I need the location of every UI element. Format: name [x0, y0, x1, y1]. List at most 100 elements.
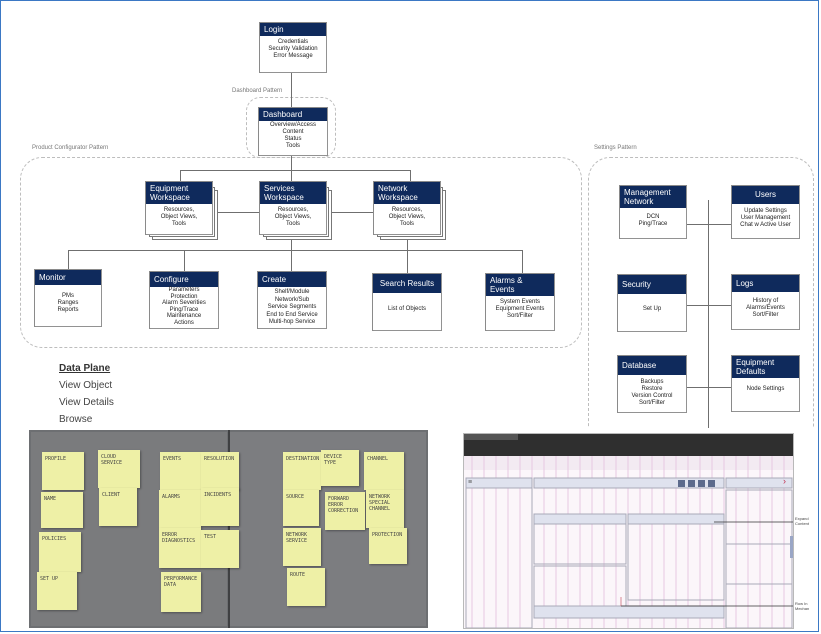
search-results-body: List of Objects [387, 306, 426, 312]
search-results-title: Search Results [373, 274, 441, 293]
services-workspace-body: Resources, Object Views, Tools [274, 207, 312, 227]
login-body: Credentials Security Validation Error Me… [268, 39, 318, 59]
data-plane-item: Browse [59, 414, 93, 425]
create-body: Shelf/Module Network/Sub Service Segment… [266, 289, 318, 325]
sticky-note: CLIENT [99, 488, 137, 526]
connector [410, 170, 411, 182]
sticky-note: FORWARD ERROR CORRECTION [325, 492, 365, 530]
sticky-note: PROFILE [42, 452, 84, 490]
connector [407, 250, 408, 274]
sticky-note: SOURCE [283, 490, 319, 526]
security-box: Security Set Up [618, 275, 686, 331]
connector [291, 72, 292, 108]
sticky-note: CHANNEL [364, 452, 404, 490]
connector [329, 212, 373, 213]
dashboard-box: Dashboard Overview/Access Content Status… [259, 108, 327, 155]
users-body: Update Settings User Management Chat w A… [740, 208, 791, 228]
sticky-note: RESOLUTION [201, 452, 239, 490]
logs-box: Logs History of Alarms/Events Sort/Filte… [732, 275, 799, 329]
connector [291, 155, 292, 170]
chevron-right-icon: › [783, 476, 786, 486]
search-results-box: Search Results List of Objects [373, 274, 441, 330]
sticky-note: EVENTS [160, 452, 202, 490]
users-box: Users Update Settings User Management Ch… [732, 186, 799, 238]
connector [184, 250, 185, 272]
connector [686, 387, 732, 388]
create-box: Create Shelf/Module Network/Sub Service … [258, 272, 326, 328]
configure-box: Configure Parameters Protection Alarm Se… [150, 272, 218, 328]
equipment-defaults-title: Equipment Defaults [732, 356, 799, 378]
alarms-events-title: Alarms & Events [486, 274, 554, 296]
sticky-note: SET UP [37, 572, 77, 610]
sticky-note: DEVICE TYPE [321, 450, 359, 486]
users-title: Users [732, 186, 799, 204]
monitor-box: Monitor PMs Ranges Reports [35, 270, 101, 326]
security-body: Set Up [642, 306, 662, 312]
services-workspace-box: Services Workspace Resources, Object Vie… [260, 182, 326, 234]
connector [180, 170, 181, 182]
equipment-defaults-body: Node Settings [746, 386, 785, 392]
connector [68, 250, 522, 251]
data-plane-item: View Details [59, 397, 114, 408]
sticky-note: CLOUD SERVICE [98, 450, 140, 488]
alarms-events-box: Alarms & Events System Events Equipment … [486, 274, 554, 330]
dashboard-pattern-label: Dashboard Pattern [232, 88, 283, 94]
sticky-note: DESTINATION [283, 452, 321, 490]
management-network-box: Management Network DCN Ping/Trace [620, 186, 686, 238]
row-mechanism-callout: Row In Mechan [795, 601, 810, 611]
sticky-note: NETWORK SPECIAL CHANNEL [366, 490, 404, 528]
wireframe-grid [464, 434, 793, 628]
database-title: Database [618, 356, 686, 375]
create-title: Create [258, 272, 326, 287]
connector [291, 170, 292, 182]
configure-body: Parameters Protection Alarm Severities P… [162, 287, 206, 326]
database-body: Backups Restore Version Control Sort/Fil… [631, 379, 673, 406]
sticky-note: PROTECTION [369, 528, 407, 564]
connector [708, 200, 709, 428]
security-title: Security [618, 275, 686, 294]
dashboard-body: Overview/Access Content Status Tools [269, 122, 316, 149]
login-title: Login [260, 23, 326, 36]
network-workspace-box: Network Workspace Resources, Object View… [374, 182, 440, 234]
expand-icon: ≡ [468, 479, 473, 486]
monitor-body: PMs Ranges Reports [57, 293, 79, 313]
alarms-events-body: System Events Equipment Events Sort/Filt… [495, 299, 545, 319]
wireframe-mockup: ≡ › [463, 433, 794, 629]
management-network-title: Management Network [620, 186, 686, 208]
sticky-note: NETWORK SERVICE [283, 528, 321, 566]
connector [291, 250, 292, 272]
network-workspace-body: Resources, Object Views, Tools [388, 207, 426, 227]
sticky-note: ERROR DIAGNOSTICS [159, 528, 201, 568]
database-box: Database Backups Restore Version Control… [618, 356, 686, 412]
connector [686, 305, 732, 306]
data-plane-item: View Object [59, 380, 113, 391]
sticky-note: ROUTE [287, 568, 325, 606]
configure-title: Configure [150, 272, 218, 287]
network-workspace-title: Network Workspace [374, 182, 440, 204]
equipment-workspace-title: Equipment Workspace [146, 182, 212, 204]
expand-content-callout: Expand Content [795, 516, 810, 526]
sticky-note: PERFORMANCE DATA [161, 572, 201, 612]
logs-body: History of Alarms/Events Sort/Filter [746, 298, 785, 318]
sticky-note: NAME [41, 492, 83, 528]
dashboard-title: Dashboard [259, 108, 327, 121]
connector [215, 212, 259, 213]
connector [522, 250, 523, 274]
sticky-note: POLICIES [39, 532, 81, 572]
services-workspace-title: Services Workspace [260, 182, 326, 204]
logs-title: Logs [732, 275, 799, 292]
connector [180, 170, 410, 171]
sticky-note: INCIDENTS [201, 488, 239, 526]
connector [68, 250, 69, 270]
equipment-workspace-body: Resources, Object Views, Tools [160, 207, 198, 227]
sticky-note: TEST [201, 530, 239, 568]
connector [686, 224, 732, 225]
equipment-workspace-box: Equipment Workspace Resources, Object Vi… [146, 182, 212, 234]
sticky-note: ALARMS [159, 490, 201, 528]
settings-pattern-label: Settings Pattern [594, 145, 637, 151]
login-box: Login Credentials Security Validation Er… [260, 23, 326, 72]
management-network-body: DCN Ping/Trace [638, 214, 668, 227]
data-plane-heading: Data Plane [59, 363, 111, 374]
monitor-title: Monitor [35, 270, 101, 285]
configurator-pattern-label: Product Configurator Pattern [32, 145, 109, 151]
